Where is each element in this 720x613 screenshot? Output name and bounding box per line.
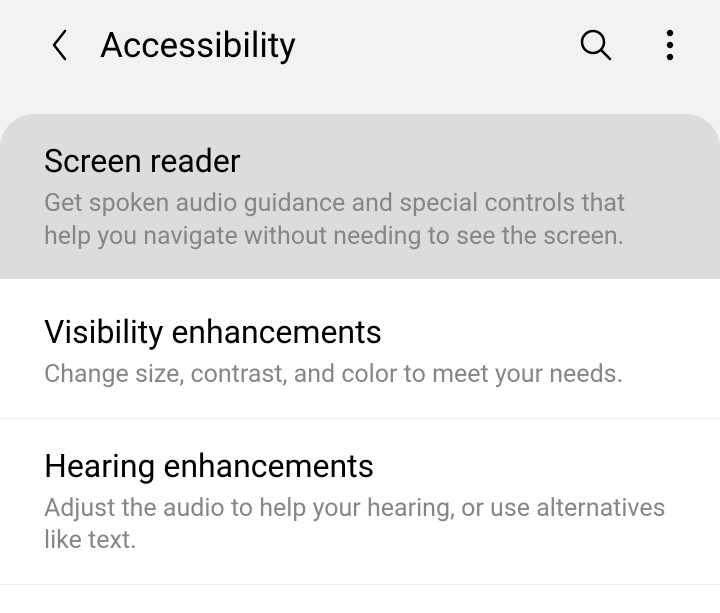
item-description: Change size, contrast, and color to meet…	[44, 359, 676, 392]
list-item-screen-reader[interactable]: Screen reader Get spoken audio guidance …	[0, 114, 720, 279]
settings-list: Screen reader Get spoken audio guidance …	[0, 114, 720, 613]
list-item-hearing-enhancements[interactable]: Hearing enhancements Adjust the audio to…	[0, 418, 720, 584]
more-menu-button[interactable]	[650, 25, 690, 65]
item-description: Adjust the audio to help your hearing, o…	[44, 493, 676, 558]
search-button[interactable]	[576, 25, 616, 65]
more-vertical-icon	[666, 28, 674, 62]
item-description: Get spoken audio guidance and special co…	[44, 188, 676, 253]
list-item-partial[interactable]	[0, 584, 720, 613]
list-item-visibility-enhancements[interactable]: Visibility enhancements Change size, con…	[0, 279, 720, 418]
item-title: Visibility enhancements	[44, 313, 676, 351]
search-icon	[579, 28, 613, 62]
item-title: Screen reader	[44, 142, 676, 180]
header: Accessibility	[0, 0, 720, 90]
item-title: Hearing enhancements	[44, 447, 676, 485]
back-button[interactable]	[40, 25, 80, 65]
header-actions	[576, 25, 690, 65]
page-title: Accessibility	[100, 25, 576, 66]
chevron-left-icon	[50, 28, 70, 62]
